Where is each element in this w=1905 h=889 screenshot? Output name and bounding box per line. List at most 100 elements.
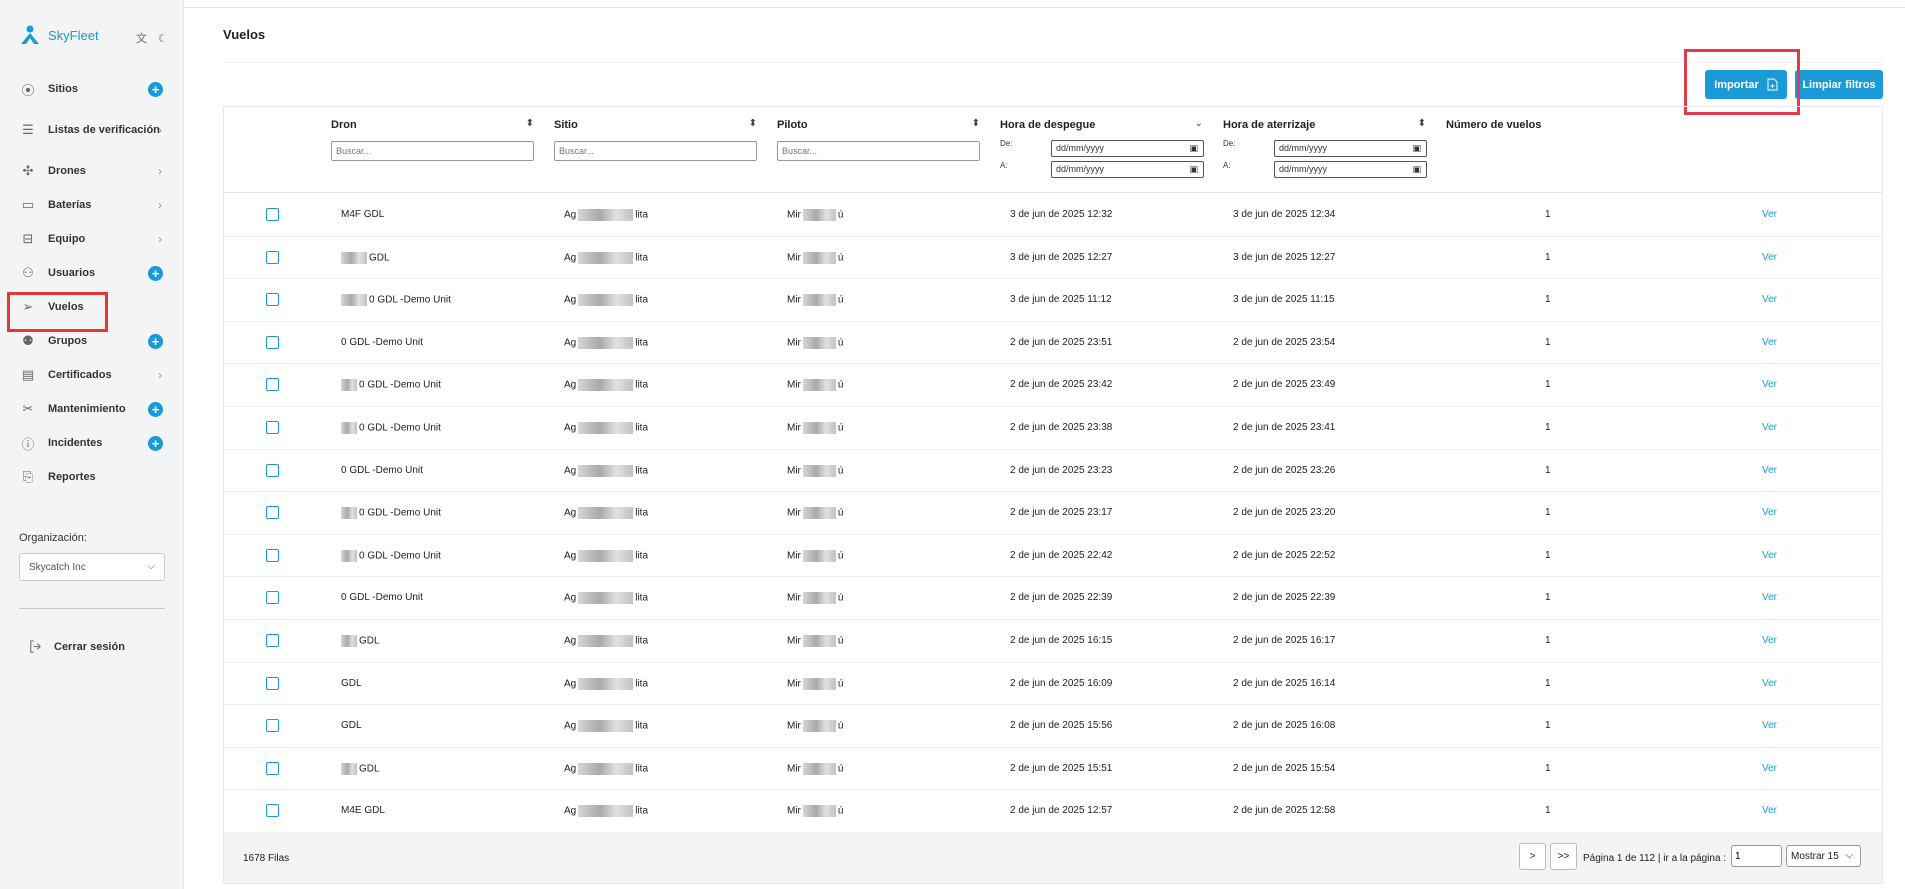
sidebar-item-reportes[interactable]: ⎘ Reportes [0, 460, 184, 494]
row-checkbox[interactable] [266, 548, 279, 562]
row-checkbox[interactable] [266, 208, 279, 221]
sidebar-item-drones[interactable]: ✣ Drones › [0, 154, 184, 188]
chevron-right-icon[interactable]: › [158, 368, 162, 382]
cell-dron: M4E GDL [341, 805, 385, 816]
dron-text: 0 GDL -Demo Unit [359, 507, 441, 519]
calendar-icon[interactable]: ▣ [1189, 164, 1198, 175]
view-link[interactable]: Ver [1762, 337, 1777, 348]
view-link[interactable]: Ver [1762, 379, 1777, 390]
dron-search-input[interactable] [331, 141, 534, 161]
sidebar-item-certificados[interactable]: ▤ Certificados › [0, 358, 184, 392]
view-link[interactable]: Ver [1762, 550, 1777, 561]
chevron-right-icon[interactable]: › [158, 164, 162, 178]
calendar-icon[interactable]: ▣ [1189, 143, 1198, 154]
language-theme-icons[interactable]: 文 ☾ [136, 30, 172, 46]
sort-icon[interactable]: ⬍ [749, 118, 757, 129]
sitio-text-a: Ag [564, 635, 577, 647]
sort-icon[interactable]: ⬍ [526, 118, 534, 129]
view-link[interactable]: Ver [1762, 507, 1777, 518]
chevron-right-icon[interactable]: › [158, 198, 162, 212]
sidebar-item-equipo[interactable]: ⊟ Equipo › [0, 222, 184, 256]
table-row[interactable]: 0 GDL -Demo Unit Ag lita Mir ú 2 de jun de 20… [224, 577, 1882, 620]
sidebar-item-usuarios[interactable]: ⚇ Usuarios + [0, 256, 184, 290]
sidebar-item-baterías[interactable]: ▭ Baterías › [0, 188, 184, 222]
app-logo[interactable]: SkyFleet [18, 24, 99, 46]
add-icon[interactable]: + [148, 435, 163, 451]
table-row[interactable]: M4E GDL Ag lita Mir ú 2 de jun de 2025 12:57 2… [224, 790, 1882, 833]
row-checkbox[interactable] [266, 378, 279, 392]
redacted-block [578, 677, 634, 690]
view-link[interactable]: Ver [1762, 635, 1777, 646]
table-row[interactable]: 0 GDL -Demo Unit Ag lita Mir ú 2 de jun de 20… [224, 450, 1882, 493]
row-checkbox[interactable] [266, 506, 279, 520]
sitio-text-b: lita [635, 252, 649, 264]
last-page-button[interactable]: >> [1550, 843, 1577, 870]
table-row[interactable]: GDL Ag lita Mir ú 2 de jun de 2025 16:15 2 de … [224, 620, 1882, 663]
calendar-icon[interactable]: ▣ [1412, 143, 1421, 154]
chevron-down-icon[interactable]: ⌄ [1195, 118, 1203, 129]
view-link[interactable]: Ver [1762, 294, 1777, 305]
table-row[interactable]: 0 GDL -Demo Unit Ag lita Mir ú 2 de jun de 20… [224, 322, 1882, 365]
org-select[interactable]: Skycatch Inc ⌵ [19, 553, 165, 581]
sitio-search-input[interactable] [554, 141, 757, 161]
page-number-input[interactable] [1731, 845, 1782, 867]
view-link[interactable]: Ver [1762, 678, 1777, 689]
despegue-from-input[interactable]: dd/mm/yyyy ▣ [1051, 140, 1204, 157]
row-checkbox[interactable] [266, 719, 279, 733]
next-page-button[interactable]: > [1519, 843, 1546, 870]
row-checkbox[interactable] [266, 293, 279, 307]
redacted-block [578, 294, 634, 307]
add-icon[interactable]: + [148, 401, 163, 417]
row-checkbox[interactable] [266, 463, 279, 477]
row-checkbox[interactable] [266, 335, 279, 349]
table-row[interactable]: M4F GDL Ag lita Mir ú 3 de jun de 2025 12:32 3… [224, 194, 1882, 237]
sidebar-item-mantenimiento[interactable]: ✂ Mantenimiento + [0, 392, 184, 426]
view-link[interactable]: Ver [1762, 209, 1777, 220]
despegue-to-input[interactable]: dd/mm/yyyy ▣ [1051, 161, 1204, 178]
table-row[interactable]: 0 GDL -Demo Unit Ag lita Mir ú 2 de jun de 20… [224, 364, 1882, 407]
chevron-right-icon[interactable]: › [158, 232, 162, 246]
sort-icon[interactable]: ⬍ [1418, 118, 1426, 129]
table-row[interactable]: 0 GDL -Demo Unit Ag lita Mir ú 3 de jun de 20… [224, 279, 1882, 322]
calendar-icon[interactable]: ▣ [1412, 164, 1421, 175]
view-link[interactable]: Ver [1762, 592, 1777, 603]
dron-text: 0 GDL -Demo Unit [341, 464, 423, 476]
view-link[interactable]: Ver [1762, 805, 1777, 816]
row-checkbox[interactable] [266, 591, 279, 605]
sidebar-item-sitios[interactable]: ⦿ Sitios + [0, 72, 184, 106]
view-link[interactable]: Ver [1762, 252, 1777, 263]
sidebar-item-incidentes[interactable]: ⓘ Incidentes + [0, 426, 184, 460]
view-link[interactable]: Ver [1762, 465, 1777, 476]
clear-filters-button[interactable]: Limpiar filtros [1795, 70, 1883, 99]
aterrizaje-from-input[interactable]: dd/mm/yyyy ▣ [1274, 140, 1427, 157]
page-size-select[interactable]: Mostrar 15 ⌵ [1786, 845, 1861, 867]
row-checkbox[interactable] [266, 250, 279, 264]
row-checkbox[interactable] [266, 633, 279, 647]
table-row[interactable]: GDL Ag lita Mir ú 2 de jun de 2025 15:56 2 de … [224, 705, 1882, 748]
add-icon[interactable]: + [148, 333, 163, 349]
chevron-right-icon[interactable]: › [158, 123, 162, 137]
view-link[interactable]: Ver [1762, 720, 1777, 731]
row-checkbox[interactable] [266, 420, 279, 434]
sidebar-item-listas-de-verificación[interactable]: ☰ Listas de verificación › [0, 106, 184, 154]
table-row[interactable]: GDL Ag lita Mir ú 2 de jun de 2025 15:51 2 de … [224, 748, 1882, 791]
logout-button[interactable]: Cerrar sesión [28, 639, 125, 654]
piloto-text-b: ú [837, 507, 844, 519]
table-row[interactable]: 0 GDL -Demo Unit Ag lita Mir ú 2 de jun de 20… [224, 492, 1882, 535]
table-row[interactable]: GDL Ag lita Mir ú 3 de jun de 2025 12:27 3 de … [224, 237, 1882, 280]
row-checkbox[interactable] [266, 761, 279, 775]
table-row[interactable]: GDL Ag lita Mir ú 2 de jun de 2025 16:09 2 de … [224, 663, 1882, 706]
table-row[interactable]: 0 GDL -Demo Unit Ag lita Mir ú 2 de jun de 20… [224, 407, 1882, 450]
row-checkbox[interactable] [266, 804, 279, 818]
aterrizaje-to-input[interactable]: dd/mm/yyyy ▣ [1274, 161, 1427, 178]
row-checkbox[interactable] [266, 676, 279, 690]
date-from-label: De: [1000, 139, 1013, 148]
add-icon[interactable]: + [148, 265, 163, 281]
view-link[interactable]: Ver [1762, 422, 1777, 433]
piloto-text-a: Mir [787, 465, 801, 477]
piloto-search-input[interactable] [777, 141, 980, 161]
add-icon[interactable]: + [148, 81, 163, 97]
sort-icon[interactable]: ⬍ [972, 118, 980, 129]
view-link[interactable]: Ver [1762, 763, 1777, 774]
table-row[interactable]: 0 GDL -Demo Unit Ag lita Mir ú 2 de jun de 20… [224, 535, 1882, 578]
